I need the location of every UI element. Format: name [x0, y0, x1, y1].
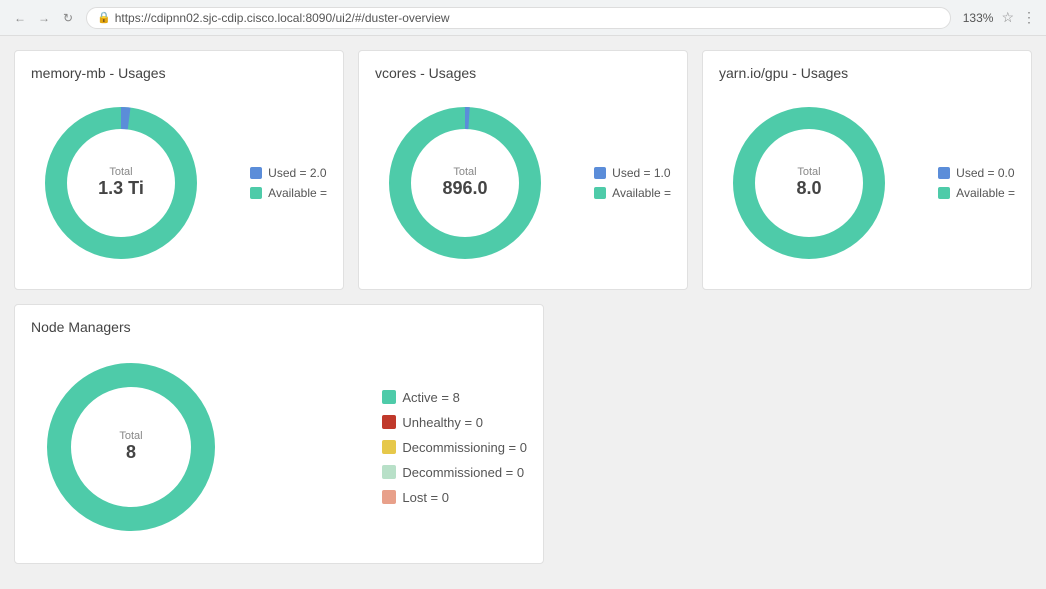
browser-chrome: ← → ↻ 🔒 https://cdipnn02.sjc-cdip.cisco.… [0, 0, 1046, 36]
decommissioned-color [382, 465, 396, 479]
vcores-used-color [594, 167, 606, 179]
memory-donut: Total 1.3 Ti [31, 93, 211, 273]
lost-color [382, 490, 396, 504]
vcores-card: vcores - Usages Total 896.0 Used = 1 [358, 50, 688, 290]
zoom-level: 133% [963, 11, 994, 25]
active-label: Active = 8 [402, 390, 459, 405]
memory-chart-area: Total 1.3 Ti Used = 2.0 Available = [31, 93, 327, 273]
back-button[interactable]: ← [10, 8, 30, 28]
decommissioning-label: Decommissioning = 0 [402, 440, 527, 455]
memory-avail-color [250, 187, 262, 199]
active-color [382, 390, 396, 404]
memory-legend-available: Available = [250, 186, 327, 200]
memory-avail-label: Available = [268, 186, 327, 200]
url-text: https://cdipnn02.sjc-cdip.cisco.local:80… [115, 11, 450, 25]
vcores-used-label: Used = 1.0 [612, 166, 670, 180]
page-content: memory-mb - Usages Total 1.3 Ti [0, 36, 1046, 589]
gpu-used-color [938, 167, 950, 179]
decommissioning-color [382, 440, 396, 454]
lock-icon: 🔒 [97, 11, 111, 24]
bookmark-icon[interactable]: ☆ [1001, 9, 1014, 26]
vcores-avail-label: Available = [612, 186, 671, 200]
vcores-avail-color [594, 187, 606, 199]
nav-buttons: ← → ↻ [10, 8, 78, 28]
vcores-legend-available: Available = [594, 186, 671, 200]
unhealthy-label: Unhealthy = 0 [402, 415, 483, 430]
gpu-avail-label: Available = [956, 186, 1015, 200]
node-decommissioning-legend: Decommissioning = 0 [382, 440, 527, 455]
node-managers-chart-area: Total 8 Active = 8 Unhealthy = 0 [31, 347, 527, 547]
decommissioned-label: Decommissioned = 0 [402, 465, 524, 480]
memory-card-title: memory-mb - Usages [31, 65, 327, 81]
node-decommissioned-legend: Decommissioned = 0 [382, 465, 527, 480]
gpu-card: yarn.io/gpu - Usages Total 8.0 Used = 0.… [702, 50, 1032, 290]
bottom-row: Node Managers Total 8 Active = 8 [14, 304, 1032, 564]
memory-card: memory-mb - Usages Total 1.3 Ti [14, 50, 344, 290]
vcores-donut: Total 896.0 [375, 93, 555, 273]
unhealthy-color [382, 415, 396, 429]
vcores-legend-used: Used = 1.0 [594, 166, 671, 180]
gpu-chart-area: Total 8.0 Used = 0.0 Available = [719, 93, 1015, 273]
vcores-legend: Used = 1.0 Available = [594, 166, 671, 200]
node-active-legend: Active = 8 [382, 390, 527, 405]
node-managers-card: Node Managers Total 8 Active = 8 [14, 304, 544, 564]
gpu-used-label: Used = 0.0 [956, 166, 1014, 180]
vcores-chart-area: Total 896.0 Used = 1.0 Available = [375, 93, 671, 273]
node-managers-legend: Active = 8 Unhealthy = 0 Decommissioning… [382, 390, 527, 505]
gpu-avail-color [938, 187, 950, 199]
vcores-card-title: vcores - Usages [375, 65, 671, 81]
memory-legend-used: Used = 2.0 [250, 166, 327, 180]
node-lost-legend: Lost = 0 [382, 490, 527, 505]
node-managers-title: Node Managers [31, 319, 527, 335]
lost-label: Lost = 0 [402, 490, 449, 505]
memory-legend: Used = 2.0 Available = [250, 166, 327, 200]
address-bar[interactable]: 🔒 https://cdipnn02.sjc-cdip.cisco.local:… [86, 7, 951, 29]
gpu-legend-available: Available = [938, 186, 1015, 200]
gpu-legend-used: Used = 0.0 [938, 166, 1015, 180]
memory-used-color [250, 167, 262, 179]
node-managers-donut: Total 8 [31, 347, 231, 547]
gpu-legend: Used = 0.0 Available = [938, 166, 1015, 200]
node-unhealthy-legend: Unhealthy = 0 [382, 415, 527, 430]
menu-icon[interactable]: ⋮ [1022, 9, 1036, 26]
gpu-donut: Total 8.0 [719, 93, 899, 273]
gpu-card-title: yarn.io/gpu - Usages [719, 65, 1015, 81]
reload-button[interactable]: ↻ [58, 8, 78, 28]
forward-button[interactable]: → [34, 8, 54, 28]
memory-used-label: Used = 2.0 [268, 166, 326, 180]
top-row: memory-mb - Usages Total 1.3 Ti [14, 50, 1032, 290]
